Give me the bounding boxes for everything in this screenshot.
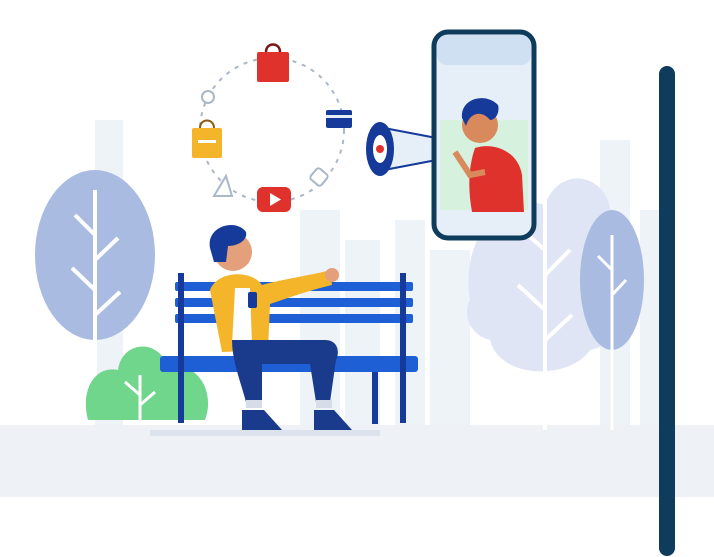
bench-shadow bbox=[150, 430, 380, 436]
scrollbar[interactable] bbox=[659, 66, 675, 556]
card-icon bbox=[326, 110, 352, 128]
marketing-illustration bbox=[0, 0, 714, 557]
smartphone-icon bbox=[431, 29, 537, 241]
youtube-play-icon bbox=[257, 187, 291, 212]
